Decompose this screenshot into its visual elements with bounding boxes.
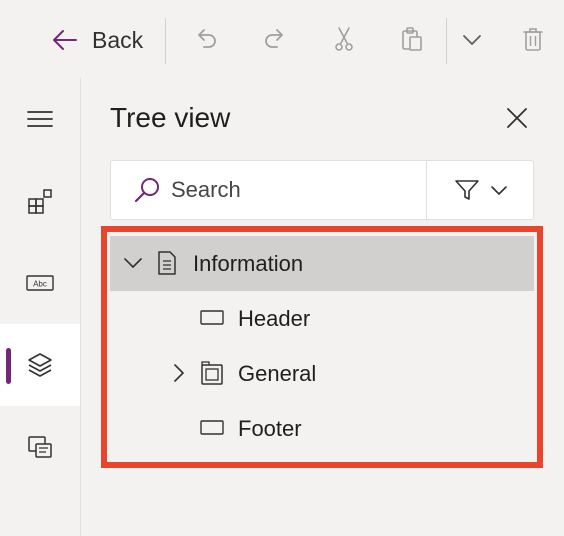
active-indicator xyxy=(6,348,11,384)
redo-icon xyxy=(265,29,283,48)
filter-icon xyxy=(455,180,479,200)
screens-icon xyxy=(28,436,52,458)
command-bar: Back xyxy=(0,0,564,78)
toolbar-divider xyxy=(446,18,447,64)
insert-icon xyxy=(28,189,52,214)
search-icon xyxy=(134,178,159,203)
paste-icon xyxy=(402,27,422,51)
menu-button[interactable] xyxy=(0,78,80,160)
chevron-down-icon xyxy=(463,35,481,45)
delete-button[interactable] xyxy=(516,22,550,56)
layers-icon xyxy=(28,353,52,377)
paste-button[interactable] xyxy=(395,22,429,56)
more-commands-button[interactable] xyxy=(455,22,489,56)
undo-icon xyxy=(198,29,216,48)
delete-icon xyxy=(523,28,543,51)
close-panel-button[interactable] xyxy=(499,100,535,136)
back-label: Back xyxy=(92,26,144,53)
cut-icon xyxy=(335,27,353,51)
highlight-frame xyxy=(101,226,543,468)
redo-button[interactable] xyxy=(258,22,292,56)
rail-item-data[interactable]: Abc xyxy=(0,242,80,324)
search-divider xyxy=(426,161,427,219)
rail-item-insert[interactable] xyxy=(0,160,80,242)
search-input[interactable] xyxy=(171,161,421,219)
toolbar-divider xyxy=(165,18,166,64)
hamburger-menu-icon xyxy=(27,111,53,127)
filter-button[interactable] xyxy=(431,161,531,219)
back-button[interactable]: Back xyxy=(50,20,143,60)
rail-item-tree-view[interactable] xyxy=(0,324,80,406)
close-icon xyxy=(507,108,527,128)
rail-item-screens[interactable] xyxy=(0,406,80,488)
search-box xyxy=(110,160,534,220)
cut-button[interactable] xyxy=(327,22,361,56)
arrow-left-icon xyxy=(53,30,77,50)
panel-title: Tree view xyxy=(110,102,231,133)
undo-button[interactable] xyxy=(189,22,223,56)
chevron-down-icon xyxy=(491,186,507,195)
data-icon: Abc xyxy=(26,275,54,291)
svg-text:Abc: Abc xyxy=(33,280,47,289)
left-nav-rail: Abc xyxy=(0,78,80,536)
